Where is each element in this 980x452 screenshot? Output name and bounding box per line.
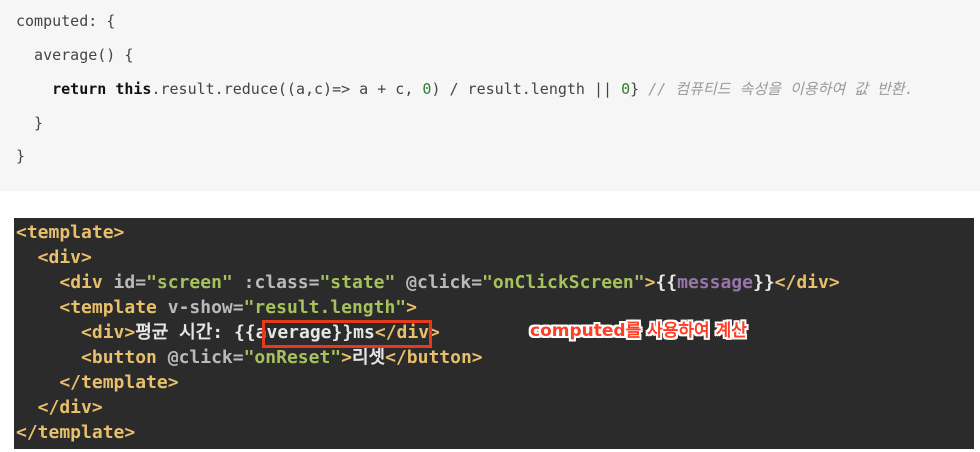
code-line: }: [16, 146, 25, 166]
attribute-value: "result.length": [243, 297, 407, 318]
code-line: }: [16, 113, 43, 133]
keyword-this: this: [115, 80, 152, 98]
attribute-value: "onReset": [243, 347, 342, 368]
tag: </button>: [385, 347, 483, 368]
attribute-name: v-show=: [167, 297, 244, 318]
mustache-brace: }}: [752, 272, 775, 293]
tag: <template>: [16, 222, 125, 243]
mustache-variable: message: [677, 272, 753, 293]
attribute-name: id=: [113, 272, 147, 293]
code-line: </template>: [16, 371, 179, 395]
code-line: </template>: [16, 421, 135, 445]
tag: >: [644, 272, 656, 293]
code-line: <template v-show="result.length">: [16, 296, 417, 320]
code-line: </div>: [16, 396, 103, 420]
tag: </template>: [16, 422, 136, 443]
code-line: return this.result.reduce((a,c)=> a + c,…: [16, 79, 914, 99]
code-line: <button @click="onReset">리셋</button>: [16, 346, 483, 370]
number-literal: 0: [621, 80, 631, 98]
code-line: average() {: [16, 45, 133, 65]
tag: <button: [81, 347, 168, 368]
attribute-value: "onClickScreen": [482, 272, 645, 293]
tag: <div: [59, 272, 114, 293]
keyword-return: return: [16, 80, 107, 98]
highlight-box: [262, 320, 432, 348]
tag: >: [341, 347, 352, 368]
attribute-value: "state": [319, 272, 396, 293]
tag: >: [406, 297, 417, 318]
tag: <div>: [81, 322, 136, 343]
code-text: }: [16, 147, 26, 165]
code-line: computed: {: [16, 11, 115, 31]
editor-screenshot: <template> <div> <div id="screen" :class…: [14, 218, 974, 449]
annotation-label: computed를 사용하여 계산: [530, 321, 747, 341]
tag: <template: [59, 297, 168, 318]
mustache-brace: {{: [655, 272, 678, 293]
attribute-name: @click=: [167, 347, 244, 368]
code-text: computed: {: [16, 12, 116, 30]
code-line: <div>: [16, 246, 92, 270]
tag: </div>: [16, 397, 103, 418]
tag: <div>: [16, 247, 92, 268]
code-line: <div id="screen" :class="state" @click="…: [16, 271, 840, 295]
attribute-value: "screen": [146, 272, 233, 293]
attribute-name: :class=: [243, 272, 320, 293]
code-text: }: [630, 80, 649, 98]
code-text: ) / result.length ||: [431, 80, 622, 98]
code-line: <template>: [16, 221, 124, 245]
code-block-computed: computed: { average() { return this.resu…: [0, 0, 980, 191]
button-text: 리셋: [351, 347, 386, 368]
tag: </template>: [16, 372, 179, 393]
code-text: }: [16, 114, 44, 132]
code-comment: // 컴퓨티드 속성을 이용하여 값 반환.: [648, 80, 914, 98]
code-text: .result.reduce((a,c)=> a + c,: [151, 80, 423, 98]
code-text: average() {: [16, 46, 134, 64]
attribute-name: @click=: [406, 272, 483, 293]
tag: </div>: [774, 272, 840, 293]
